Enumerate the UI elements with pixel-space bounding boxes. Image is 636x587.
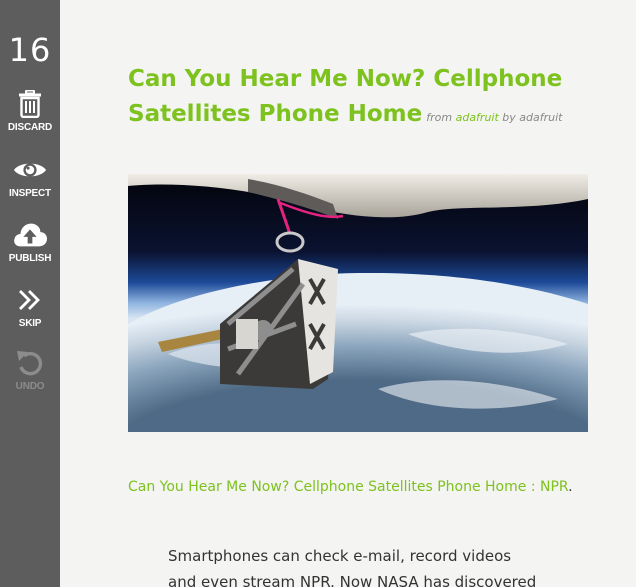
author-name: adafruit [519, 111, 563, 124]
sidebar: 16 DISCARD INSPECT PUBLISH SKIP UNDO [0, 0, 60, 587]
publish-button[interactable]: PUBLISH [0, 219, 60, 264]
skip-label: SKIP [18, 318, 42, 329]
app-window: 16 DISCARD INSPECT PUBLISH SKIP UNDO Can… [0, 0, 636, 587]
undo-label: UNDO [15, 381, 45, 392]
post-excerpt: Smartphones can check e-mail, record vid… [168, 543, 588, 587]
undo-button[interactable]: UNDO [0, 347, 60, 392]
discard-label: DISCARD [7, 122, 53, 133]
post-view: Can You Hear Me Now? Cellphone Satellite… [60, 0, 636, 587]
post-meta: from adafruit by adafruit [426, 111, 562, 124]
cloud-upload-icon [13, 219, 47, 251]
link-suffix: . [568, 479, 573, 495]
post-image [128, 174, 588, 432]
by-prefix: by [502, 111, 516, 124]
discard-button[interactable]: DISCARD [0, 88, 60, 133]
excerpt-line: and even stream NPR. Now NASA has discov… [168, 573, 537, 587]
post-title: Can You Hear Me Now? Cellphone Satellite… [128, 62, 578, 135]
publish-label: PUBLISH [8, 253, 52, 264]
from-prefix: from [426, 111, 453, 124]
item-count: 16 [8, 31, 52, 69]
article-link[interactable]: Can You Hear Me Now? Cellphone Satellite… [128, 479, 568, 495]
excerpt-line: Smartphones can check e-mail, record vid… [168, 547, 512, 565]
skip-button[interactable]: SKIP [0, 284, 60, 329]
source-link-line: Can You Hear Me Now? Cellphone Satellite… [128, 475, 598, 500]
inspect-label: INSPECT [9, 188, 51, 199]
inspect-button[interactable]: INSPECT [0, 154, 60, 199]
trash-icon [13, 88, 47, 120]
double-chevron-right-icon [13, 284, 47, 316]
source-link[interactable]: adafruit [456, 111, 499, 124]
undo-icon [13, 347, 47, 379]
eye-icon [13, 154, 47, 186]
